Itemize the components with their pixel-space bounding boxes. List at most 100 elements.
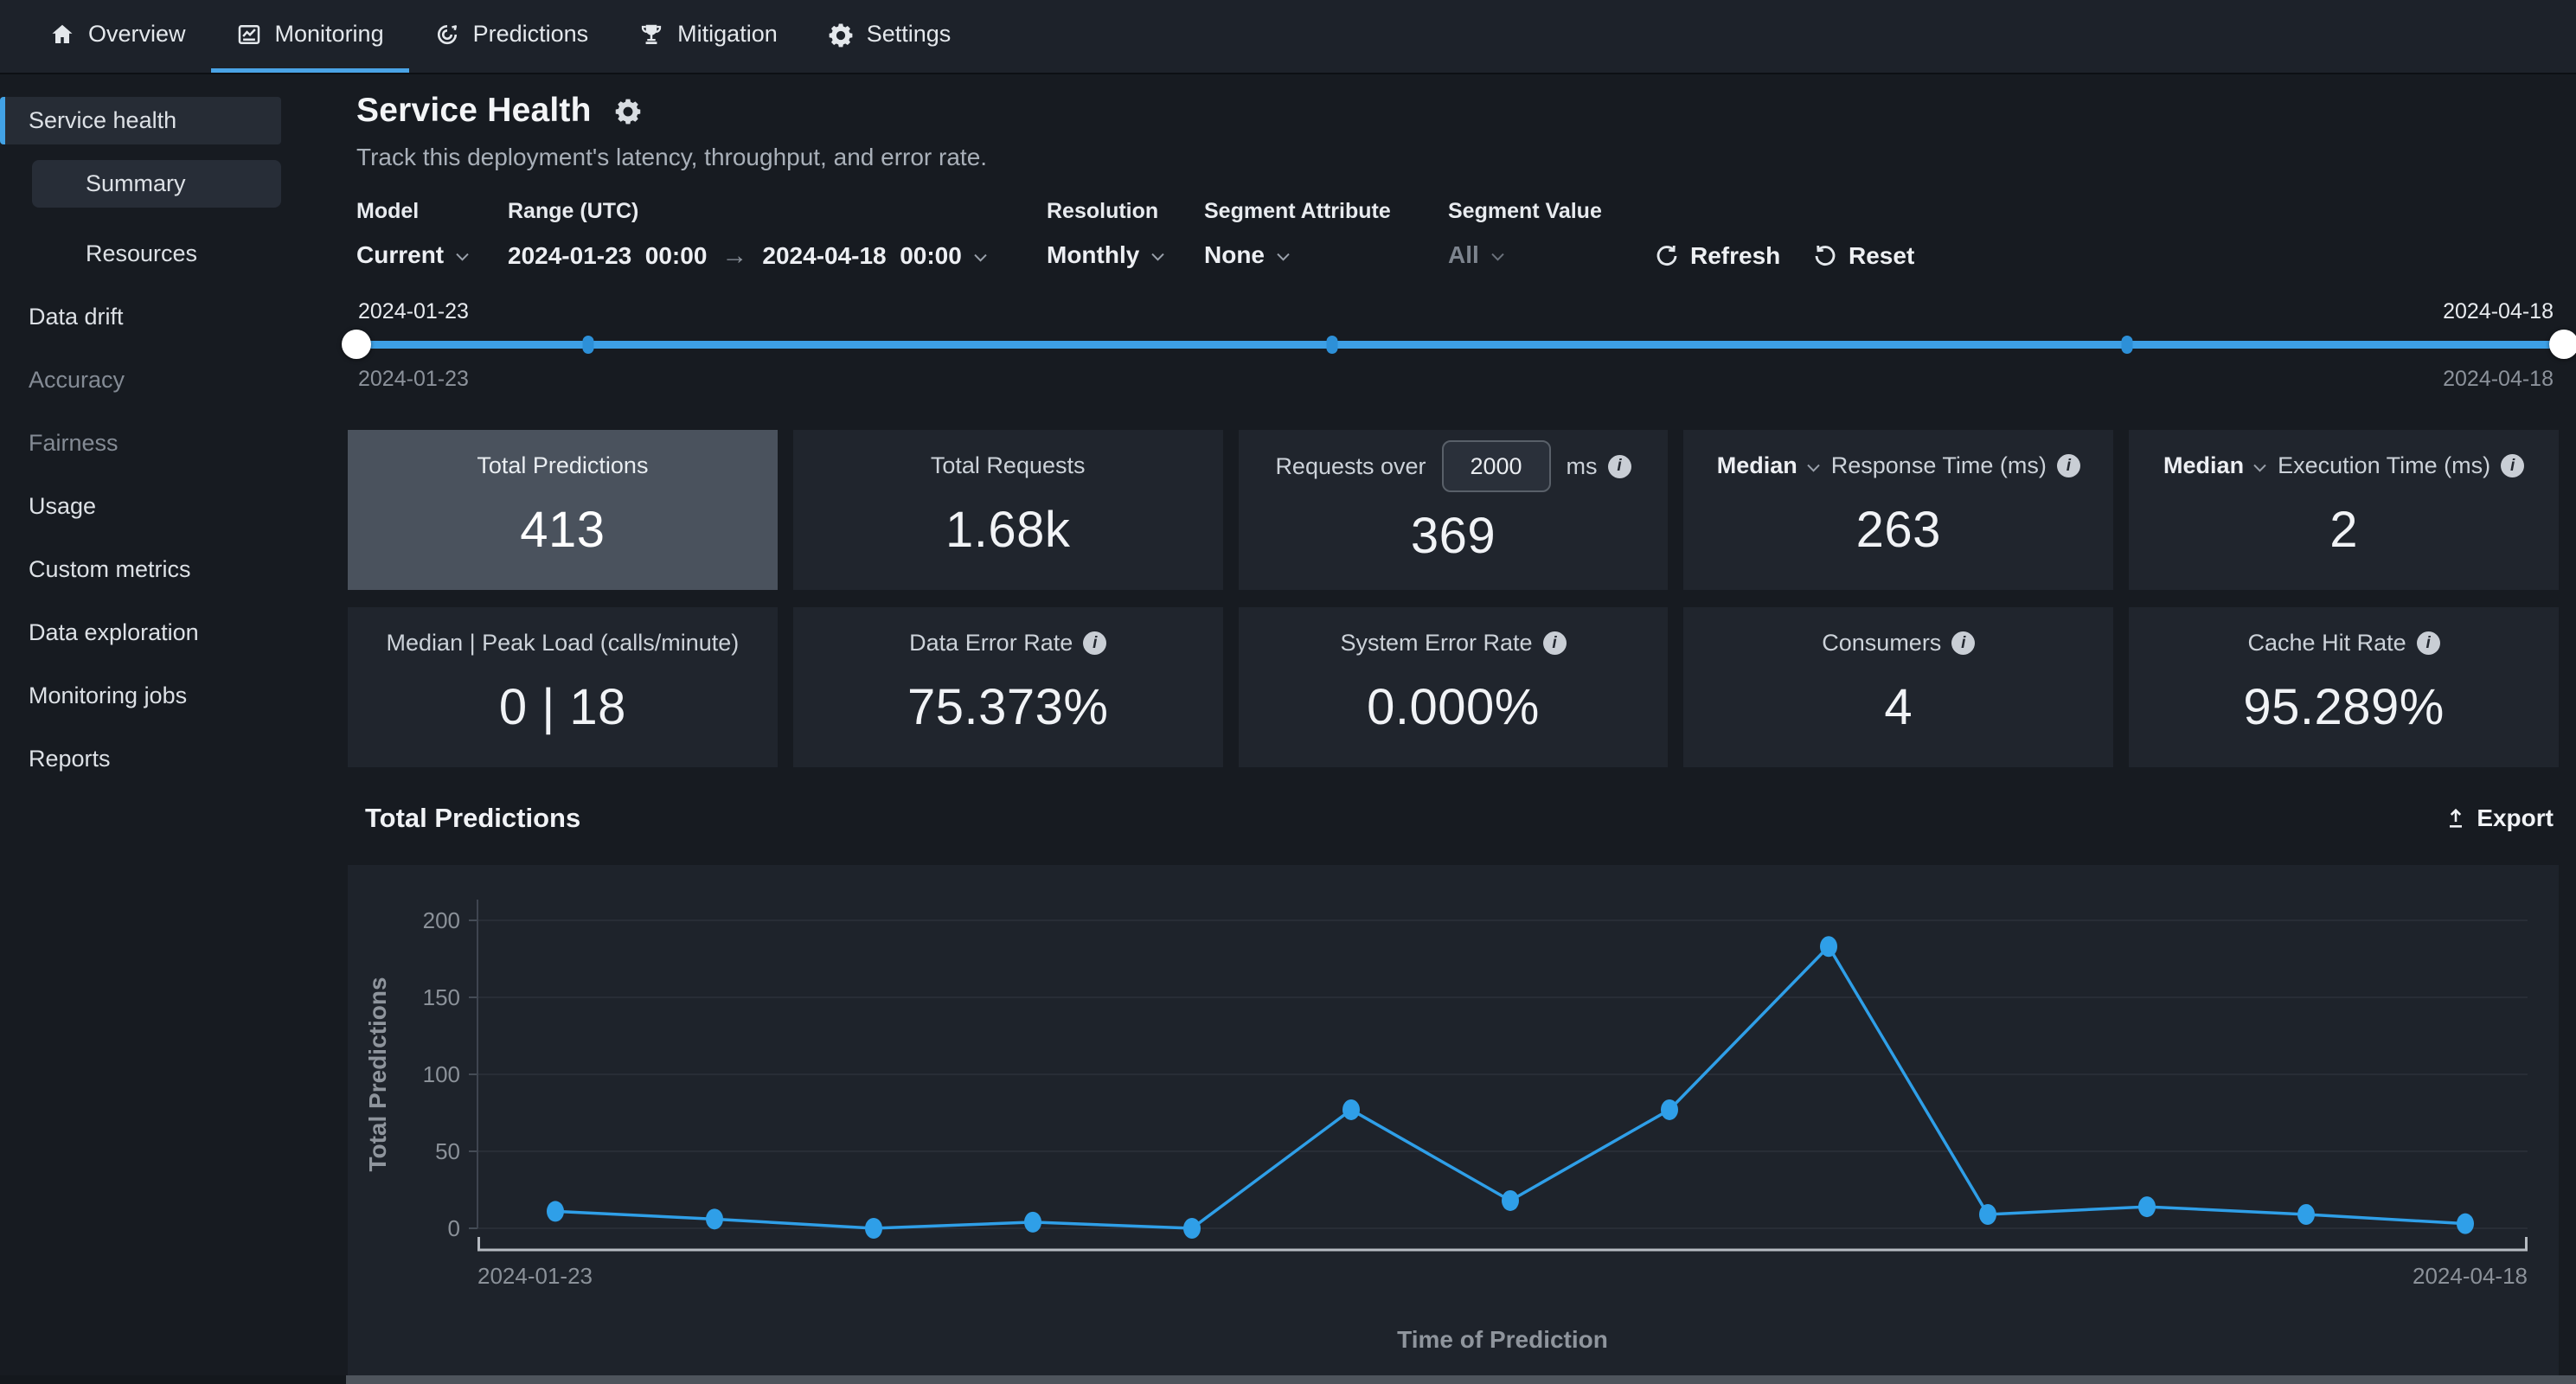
- metric-value: 1.68k: [945, 479, 1070, 580]
- slider-handle-start[interactable]: [342, 330, 371, 359]
- chart-point[interactable]: [2138, 1196, 2156, 1217]
- chart-point[interactable]: [1979, 1204, 1996, 1225]
- sidebar-item-resources[interactable]: Resources: [0, 230, 281, 278]
- range-select[interactable]: 2024-01-23 00:00 → 2024-04-18 00:00: [508, 241, 988, 271]
- segment-attribute-select[interactable]: None: [1204, 241, 1391, 269]
- nav-item-label: Predictions: [473, 21, 589, 48]
- chart-point[interactable]: [547, 1201, 564, 1221]
- settings-gear-icon[interactable]: [614, 97, 642, 125]
- metric-card-consumers[interactable]: Consumers i 4: [1683, 607, 2113, 767]
- metric-value: 4: [1884, 657, 1913, 757]
- chart-header: Total Predictions Export: [365, 803, 2554, 834]
- chart-point[interactable]: [2457, 1214, 2474, 1234]
- x-start-label: 2024-01-23: [477, 1263, 593, 1289]
- info-icon[interactable]: i: [2057, 454, 2080, 477]
- model-label: Model: [356, 199, 470, 224]
- resolution-filter: Resolution Monthly: [1047, 199, 1165, 269]
- sidebar-item-label: Data drift: [29, 304, 124, 330]
- metric-card-total-predictions[interactable]: Total Predictions413: [348, 430, 778, 590]
- metric-card-execution-time-ms[interactable]: MedianExecution Time (ms)i2: [2129, 430, 2559, 590]
- metric-card-response-time-ms[interactable]: MedianResponse Time (ms)i263: [1683, 430, 2113, 590]
- scrollbar-thumb[interactable]: [346, 1375, 2576, 1384]
- sidebar-item-label: Reports: [29, 746, 111, 772]
- chart-point[interactable]: [1342, 1099, 1360, 1120]
- metric-card-requests-over[interactable]: Requests overmsi369: [1239, 430, 1669, 590]
- aggregation-dropdown[interactable]: Median: [1717, 452, 1821, 479]
- resolution-select[interactable]: Monthly: [1047, 241, 1165, 269]
- chart-point[interactable]: [1820, 936, 1837, 957]
- nav-item-label: Overview: [88, 21, 186, 48]
- chart-panel: 0501001502002024-01-232024-04-18Time of …: [348, 865, 2559, 1377]
- aggregation-value: Median: [2163, 452, 2244, 479]
- nav-item-label: Settings: [867, 21, 952, 48]
- slider-handle-end[interactable]: [2549, 330, 2576, 359]
- chart-point[interactable]: [1024, 1212, 1041, 1233]
- sidebar-item-reports[interactable]: Reports: [0, 735, 281, 783]
- y-tick-label: 100: [423, 1061, 460, 1087]
- sidebar-item-accuracy[interactable]: Accuracy: [0, 356, 281, 404]
- model-select[interactable]: Current: [356, 241, 470, 269]
- sidebar-item-label: Usage: [29, 493, 96, 520]
- chevron-down-icon: [1276, 253, 1291, 261]
- nav-item-monitoring[interactable]: Monitoring: [211, 0, 409, 73]
- aggregation-dropdown[interactable]: Median: [2163, 452, 2267, 479]
- segment-value-select[interactable]: All: [1448, 241, 1602, 269]
- chart-point[interactable]: [1502, 1190, 1519, 1211]
- info-icon[interactable]: i: [1608, 455, 1631, 478]
- sidebar-item-data-exploration[interactable]: Data exploration: [0, 609, 281, 657]
- metric-value: 369: [1411, 492, 1496, 580]
- metric-card-data-error-rate[interactable]: Data Error Ratei75.373%: [793, 607, 1223, 767]
- metric-card-system-error-rate[interactable]: System Error Ratei0.000%: [1239, 607, 1669, 767]
- segment-value-filter: Segment Value All: [1448, 199, 1602, 269]
- range-end: 2024-04-18 00:00: [762, 242, 961, 270]
- reset-icon: [1812, 243, 1838, 269]
- metric-card-median-peak-load-calls-minute[interactable]: Median | Peak Load (calls/minute)0 | 18: [348, 607, 778, 767]
- nav-item-settings[interactable]: Settings: [803, 0, 977, 73]
- chart-point[interactable]: [706, 1208, 723, 1229]
- metric-label: Consumers: [1822, 630, 1941, 657]
- sidebar-item-fairness[interactable]: Fairness: [0, 420, 281, 467]
- page-title: Service Health: [356, 92, 592, 130]
- nav-item-overview[interactable]: Overview: [24, 0, 211, 73]
- sidebar-item-monitoring-jobs[interactable]: Monitoring jobs: [0, 672, 281, 720]
- metric-label: Cache Hit Rate: [2248, 630, 2406, 657]
- metric-card-cache-hit-rate[interactable]: Cache Hit Ratei95.289%: [2129, 607, 2559, 767]
- segment-attribute-filter: Segment Attribute None: [1204, 199, 1391, 269]
- slider-start-date-top: 2024-01-23: [358, 299, 469, 324]
- metric-cards-grid: Total Predictions413Total Requests1.68kR…: [348, 430, 2559, 767]
- filter-bar: Model Current Range (UTC) 2024-01-23 00:…: [356, 199, 2559, 303]
- metric-card-total-requests[interactable]: Total Requests1.68k: [793, 430, 1223, 590]
- metric-label: Data Error Rate: [909, 630, 1073, 657]
- export-button[interactable]: Export: [2444, 804, 2554, 832]
- info-icon[interactable]: i: [1083, 631, 1106, 655]
- sidebar-item-custom-metrics[interactable]: Custom metrics: [0, 546, 281, 593]
- info-icon[interactable]: i: [1951, 631, 1975, 655]
- info-icon[interactable]: i: [2417, 631, 2440, 655]
- metric-label: Total Requests: [931, 452, 1086, 479]
- chart-point[interactable]: [1661, 1099, 1678, 1120]
- chart-point[interactable]: [2297, 1204, 2315, 1225]
- nav-item-predictions[interactable]: Predictions: [409, 0, 614, 73]
- threshold-input[interactable]: [1442, 440, 1551, 492]
- chart-title: Total Predictions: [365, 803, 580, 834]
- chart-point[interactable]: [865, 1218, 882, 1239]
- sidebar-item-label: Monitoring jobs: [29, 682, 187, 709]
- metric-label: Total Predictions: [477, 452, 648, 479]
- sidebar-item-summary[interactable]: Summary: [32, 160, 281, 208]
- slider-track[interactable]: [356, 341, 2564, 349]
- reset-button[interactable]: Reset: [1812, 242, 1914, 270]
- nav-item-mitigation[interactable]: Mitigation: [613, 0, 803, 73]
- service-health-page: Overview Monitoring Predictions Mitigation S…: [0, 0, 2576, 1384]
- sidebar-item-label: Service health: [29, 107, 176, 134]
- sidebar-item-data-drift[interactable]: Data drift: [0, 293, 281, 341]
- chevron-down-icon: [1806, 464, 1821, 472]
- arrow-right-icon: →: [721, 241, 747, 271]
- sidebar-item-label: Custom metrics: [29, 556, 191, 583]
- info-icon[interactable]: i: [2501, 454, 2524, 477]
- chart-point[interactable]: [1183, 1218, 1201, 1239]
- sidebar-item-service-health[interactable]: Service health: [0, 97, 281, 144]
- chevron-down-icon: [1150, 253, 1165, 261]
- refresh-button[interactable]: Refresh: [1654, 242, 1780, 270]
- sidebar-item-usage[interactable]: Usage: [0, 483, 281, 530]
- info-icon[interactable]: i: [1543, 631, 1567, 655]
